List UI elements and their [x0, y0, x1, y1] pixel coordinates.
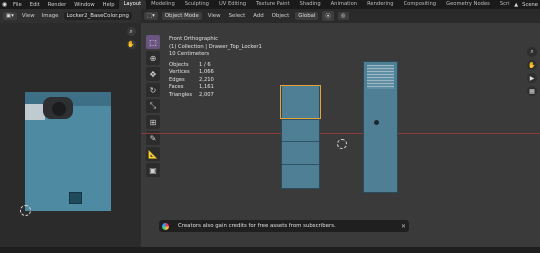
orientation-dropdown[interactable]: Global	[295, 12, 319, 20]
collection-line: (1) Collection | Drawer_Top_Locker1	[169, 43, 262, 50]
stat-vertices: Vertices 1,066	[169, 69, 214, 75]
cursor-icon[interactable]: ⊕	[146, 51, 160, 65]
rotate-icon[interactable]: ↻	[146, 83, 160, 97]
image-editor-panel: ▣▾ View Image Locker2_BaseColor.png ⌕ ✋	[0, 9, 141, 253]
move-icon[interactable]: ✥	[146, 67, 160, 81]
tab-texture-paint[interactable]: Texture Paint	[251, 0, 294, 9]
object-mode-dropdown[interactable]: Object Mode	[161, 12, 202, 20]
viewport-menu-add[interactable]: Add	[251, 13, 265, 19]
close-icon[interactable]: ✕	[401, 223, 406, 230]
texture-handle-hole	[52, 102, 66, 116]
menu-render[interactable]: Render	[44, 2, 70, 8]
measure-icon[interactable]: 📐	[146, 147, 160, 161]
viewport-menu-view[interactable]: View	[206, 13, 223, 19]
tab-sculpting[interactable]: Sculpting	[180, 0, 214, 9]
select-box-icon[interactable]: ⬚	[146, 35, 160, 49]
image-image-menu[interactable]: Image	[40, 13, 61, 19]
hand-icon[interactable]: ✋	[527, 60, 537, 70]
viewport-header: ⬚▾ Object Mode View Select Add Object Gl…	[141, 9, 540, 23]
menu-help[interactable]: Help	[99, 2, 119, 8]
tab-modeling[interactable]: Modeling	[146, 0, 180, 9]
view-name: Front Orthographic	[169, 36, 218, 42]
scene-icon: ▲	[514, 1, 519, 8]
image-name-field[interactable]: Locker2_BaseColor.png	[63, 12, 132, 20]
tab-rendering[interactable]: Rendering	[362, 0, 399, 9]
selected-drawer-top[interactable]	[280, 85, 321, 119]
tab-shading[interactable]: Shading	[295, 0, 326, 9]
tab-uv-editing[interactable]: UV Editing	[214, 0, 251, 9]
tab-compositing[interactable]: Compositing	[399, 0, 442, 9]
editor-type-icon[interactable]: ▣▾	[3, 12, 17, 20]
scale-icon[interactable]: ⤡	[146, 99, 160, 113]
lock-icon	[374, 120, 379, 125]
menu-edit[interactable]: Edit	[26, 2, 44, 8]
texture-highlight	[25, 104, 45, 120]
toast-message: Creators also gain credits for free asse…	[178, 223, 336, 229]
drawer-divider	[282, 164, 319, 165]
navigation-gizmo: ⌕ ✋ ▶ ▦	[527, 47, 537, 96]
camera-icon[interactable]: ▶	[527, 73, 537, 83]
texture-image	[25, 92, 111, 211]
proportional-icon[interactable]: ◎	[337, 12, 349, 20]
viewport-editor-type[interactable]: ⬚▾	[144, 12, 158, 20]
menu-file[interactable]: File	[9, 2, 26, 8]
3d-viewport[interactable]: ⬚▾ Object Mode View Select Add Object Gl…	[141, 9, 540, 253]
tool-shelf: ⬚ ⊕ ✥ ↻ ⤡ ⊞ ✎ 📐 ▣	[146, 35, 160, 177]
stat-faces: Faces 1,161	[169, 84, 214, 90]
x-axis-line	[141, 133, 540, 134]
notification-toast: Creators also gain credits for free asse…	[159, 220, 409, 232]
scene-selector[interactable]: ▲ Scene	[510, 0, 538, 9]
blender-market-icon	[162, 222, 169, 230]
stat-edges: Edges 2,210	[169, 76, 214, 83]
tab-geometry-nodes[interactable]: Geometry Nodes	[441, 0, 495, 9]
transform-icon[interactable]: ⊞	[146, 115, 160, 129]
locker-tall-cabinet[interactable]	[363, 61, 398, 193]
image-editor-nav: ⌕ ✋	[125, 27, 137, 49]
2d-cursor[interactable]	[20, 205, 31, 216]
menu-window[interactable]: Window	[70, 2, 98, 8]
scene-name: Scene	[522, 1, 538, 8]
image-editor-header: ▣▾ View Image Locker2_BaseColor.png	[0, 9, 141, 23]
vent-grille	[367, 65, 394, 89]
stat-triangles: Triangles 2,007	[169, 91, 214, 98]
tab-animation[interactable]: Animation	[326, 0, 362, 9]
viewport-menu-select[interactable]: Select	[227, 13, 248, 19]
tab-layout[interactable]: Layout	[118, 0, 147, 9]
viewport-menu-object[interactable]: Object	[270, 13, 292, 19]
image-view-menu[interactable]: View	[20, 13, 37, 19]
blender-icon[interactable]: ◉	[0, 0, 9, 9]
hand-icon[interactable]: ✋	[126, 40, 136, 49]
drawer-divider	[282, 119, 319, 120]
texture-vent-square	[69, 192, 82, 204]
scale-line: 10 Centimeters	[169, 51, 210, 57]
stat-objects: Objects 1 / 6	[169, 61, 211, 68]
3d-cursor[interactable]	[337, 139, 347, 149]
drawer-divider	[282, 141, 319, 142]
snap-icon[interactable]: ⦿	[322, 11, 334, 21]
zoom-icon[interactable]: ⌕	[527, 47, 537, 57]
grid-icon[interactable]: ▦	[527, 86, 537, 96]
viewport-info-overlay: Front Orthographic (1) Collection | Draw…	[169, 36, 262, 99]
top-menu-bar: ◉ File Edit Render Window Help Layout Mo…	[0, 0, 540, 9]
zoom-icon[interactable]: ⌕	[126, 27, 136, 36]
status-bar	[0, 247, 540, 253]
add-cube-icon[interactable]: ▣	[146, 163, 160, 177]
